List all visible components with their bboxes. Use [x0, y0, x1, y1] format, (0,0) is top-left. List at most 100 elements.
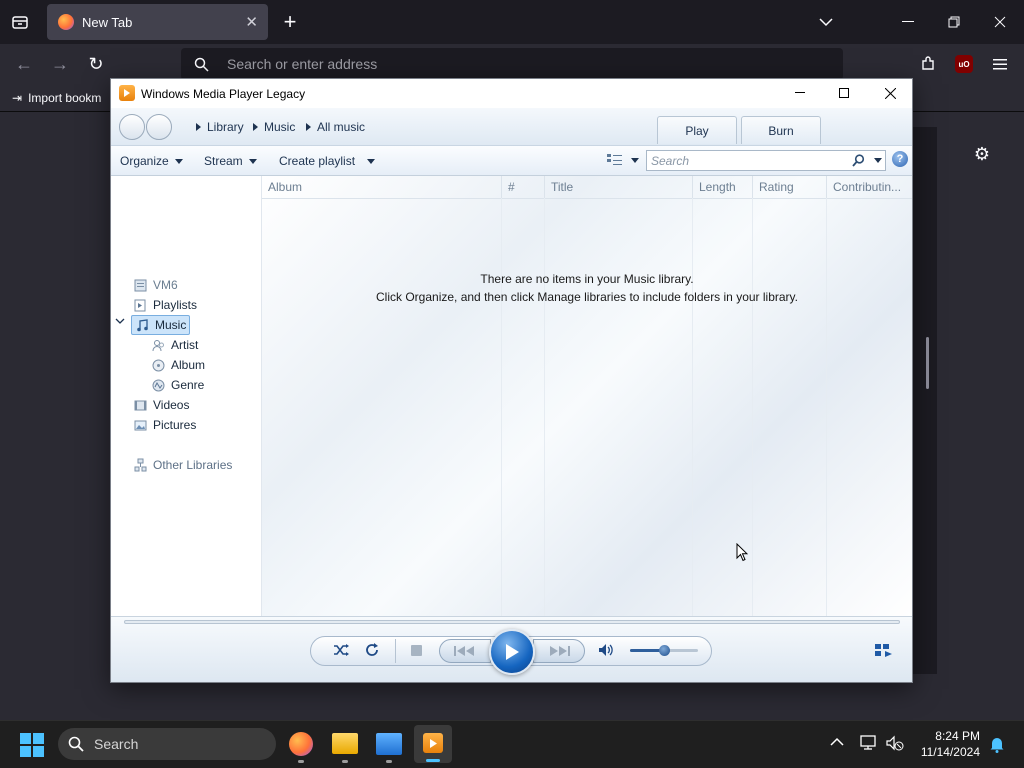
column-header-length[interactable]: Length: [693, 176, 753, 198]
close-icon[interactable]: [990, 12, 1010, 32]
search-icon[interactable]: [852, 154, 865, 167]
wmp-title-bar: Windows Media Player Legacy: [111, 79, 912, 108]
back-icon[interactable]: ←: [14, 54, 34, 74]
breadcrumb-arrow-icon[interactable]: [196, 123, 201, 131]
firefox-taskbar-icon[interactable]: [289, 732, 313, 756]
nav-pictures[interactable]: Pictures: [133, 416, 196, 434]
network-icon[interactable]: [860, 735, 878, 751]
dropdown-arrow-icon: [248, 158, 257, 164]
taskbar-search-box[interactable]: Search: [58, 728, 276, 760]
search-options-arrow-icon[interactable]: [874, 158, 882, 163]
dropdown-arrow-icon: [367, 158, 376, 164]
search-field[interactable]: Search: [646, 150, 886, 171]
close-tab-icon[interactable]: ✕: [245, 13, 258, 31]
photos-icon[interactable]: [376, 733, 402, 755]
file-explorer-icon[interactable]: [332, 733, 358, 754]
nav-music[interactable]: Music: [131, 315, 191, 335]
breadcrumb-all-music[interactable]: All music: [317, 120, 365, 134]
nav-user[interactable]: VM6: [133, 276, 178, 294]
new-tab-icon[interactable]: +: [280, 9, 300, 34]
volume-icon[interactable]: [598, 643, 614, 657]
view-options-button[interactable]: [607, 154, 639, 166]
firefox-view-icon[interactable]: [10, 12, 30, 32]
column-header-title[interactable]: Title: [545, 176, 693, 198]
start-icon[interactable]: [20, 733, 44, 757]
menu-icon[interactable]: [990, 54, 1010, 74]
breadcrumb-music[interactable]: Music: [264, 120, 295, 134]
show-hidden-icons-icon[interactable]: [830, 737, 844, 747]
stream-button[interactable]: Stream: [204, 154, 257, 168]
scrollbar-thumb[interactable]: [926, 337, 929, 389]
forward-icon[interactable]: →: [50, 54, 70, 74]
play-button[interactable]: [489, 629, 535, 675]
nav-playlists-label: Playlists: [153, 298, 198, 312]
nav-videos[interactable]: Videos: [133, 396, 189, 414]
forward-button-icon[interactable]: [146, 114, 172, 140]
nav-music-label: Music: [155, 318, 187, 332]
dropdown-arrow-icon: [631, 157, 639, 163]
artist-icon: [151, 338, 165, 352]
create-playlist-button[interactable]: Create playlist: [279, 154, 376, 168]
page-side-panel: [913, 127, 937, 674]
nav-videos-label: Videos: [153, 398, 190, 412]
ublock-icon[interactable]: uO: [955, 55, 973, 73]
play-icon: [506, 644, 519, 660]
shuffle-icon[interactable]: [333, 642, 349, 658]
breadcrumb-library[interactable]: Library: [207, 120, 244, 134]
back-button-icon[interactable]: [119, 114, 145, 140]
column-header-number[interactable]: #: [502, 176, 545, 198]
extensions-icon[interactable]: [918, 54, 938, 74]
clock-date[interactable]: 11/14/2024: [912, 745, 980, 759]
organize-button[interactable]: Organize: [120, 154, 183, 168]
nav-other-libraries-label: Other Libraries: [153, 458, 233, 472]
volume-muted-icon[interactable]: [886, 735, 904, 751]
switch-to-now-playing-icon[interactable]: [875, 644, 893, 658]
notification-bell-icon[interactable]: [989, 736, 1005, 753]
next-button[interactable]: [533, 639, 585, 663]
breadcrumb-arrow-icon[interactable]: [253, 123, 258, 131]
address-bar[interactable]: Search or enter address: [181, 48, 843, 80]
wmp-window: Windows Media Player Legacy Library Musi…: [110, 78, 913, 683]
volume-slider[interactable]: [630, 645, 698, 656]
tab-burn[interactable]: Burn: [741, 116, 821, 144]
volume-thumb[interactable]: [658, 645, 670, 656]
library-content: Album # Title Length Rating Contributin.…: [262, 176, 912, 616]
import-icon: ⇥: [12, 91, 23, 105]
browser-tab[interactable]: New Tab ✕: [47, 4, 268, 40]
playback-controls: [111, 616, 912, 682]
clock-time[interactable]: 8:24 PM: [912, 729, 980, 743]
restore-icon[interactable]: [944, 12, 964, 32]
search-icon: [68, 736, 84, 752]
stop-icon[interactable]: [411, 645, 422, 656]
create-playlist-label: Create playlist: [279, 154, 356, 168]
seek-bar[interactable]: [124, 620, 900, 624]
column-header-album[interactable]: Album: [262, 176, 502, 198]
collapse-music-icon[interactable]: [115, 317, 125, 325]
nav-other-libraries[interactable]: Other Libraries: [133, 456, 232, 474]
tab-title: New Tab: [82, 14, 133, 30]
wmp-toolbar: Organize Stream Create playlist Search ?: [111, 146, 912, 176]
nav-playlists[interactable]: Playlists: [133, 296, 197, 314]
tab-play[interactable]: Play: [657, 116, 737, 144]
nav-album[interactable]: Album: [151, 356, 205, 374]
nav-genre[interactable]: Genre: [151, 376, 204, 394]
column-header-rating[interactable]: Rating: [753, 176, 827, 198]
previous-button[interactable]: [439, 639, 491, 663]
import-bookmarks-label: Import bookm: [28, 91, 102, 105]
help-icon[interactable]: ?: [892, 151, 908, 167]
list-tabs-icon[interactable]: [816, 12, 836, 32]
wmp-minimize-icon[interactable]: [793, 86, 807, 100]
import-bookmarks-button[interactable]: ⇥ Import bookm: [12, 91, 101, 105]
settings-gear-icon[interactable]: ⚙: [972, 144, 992, 164]
repeat-icon[interactable]: [364, 642, 380, 658]
wmp-taskbar-button[interactable]: [414, 725, 452, 763]
wmp-close-icon[interactable]: [883, 86, 897, 100]
column-header-contributing[interactable]: Contributin...: [827, 176, 912, 198]
search-placeholder: Search: [651, 154, 690, 168]
minimize-icon[interactable]: [898, 12, 918, 32]
breadcrumb-arrow-icon[interactable]: [306, 123, 311, 131]
nav-artist[interactable]: Artist: [151, 336, 198, 354]
reload-icon[interactable]: ↻: [86, 54, 106, 74]
wmp-maximize-icon[interactable]: [837, 86, 851, 100]
organize-label: Organize: [120, 154, 169, 168]
